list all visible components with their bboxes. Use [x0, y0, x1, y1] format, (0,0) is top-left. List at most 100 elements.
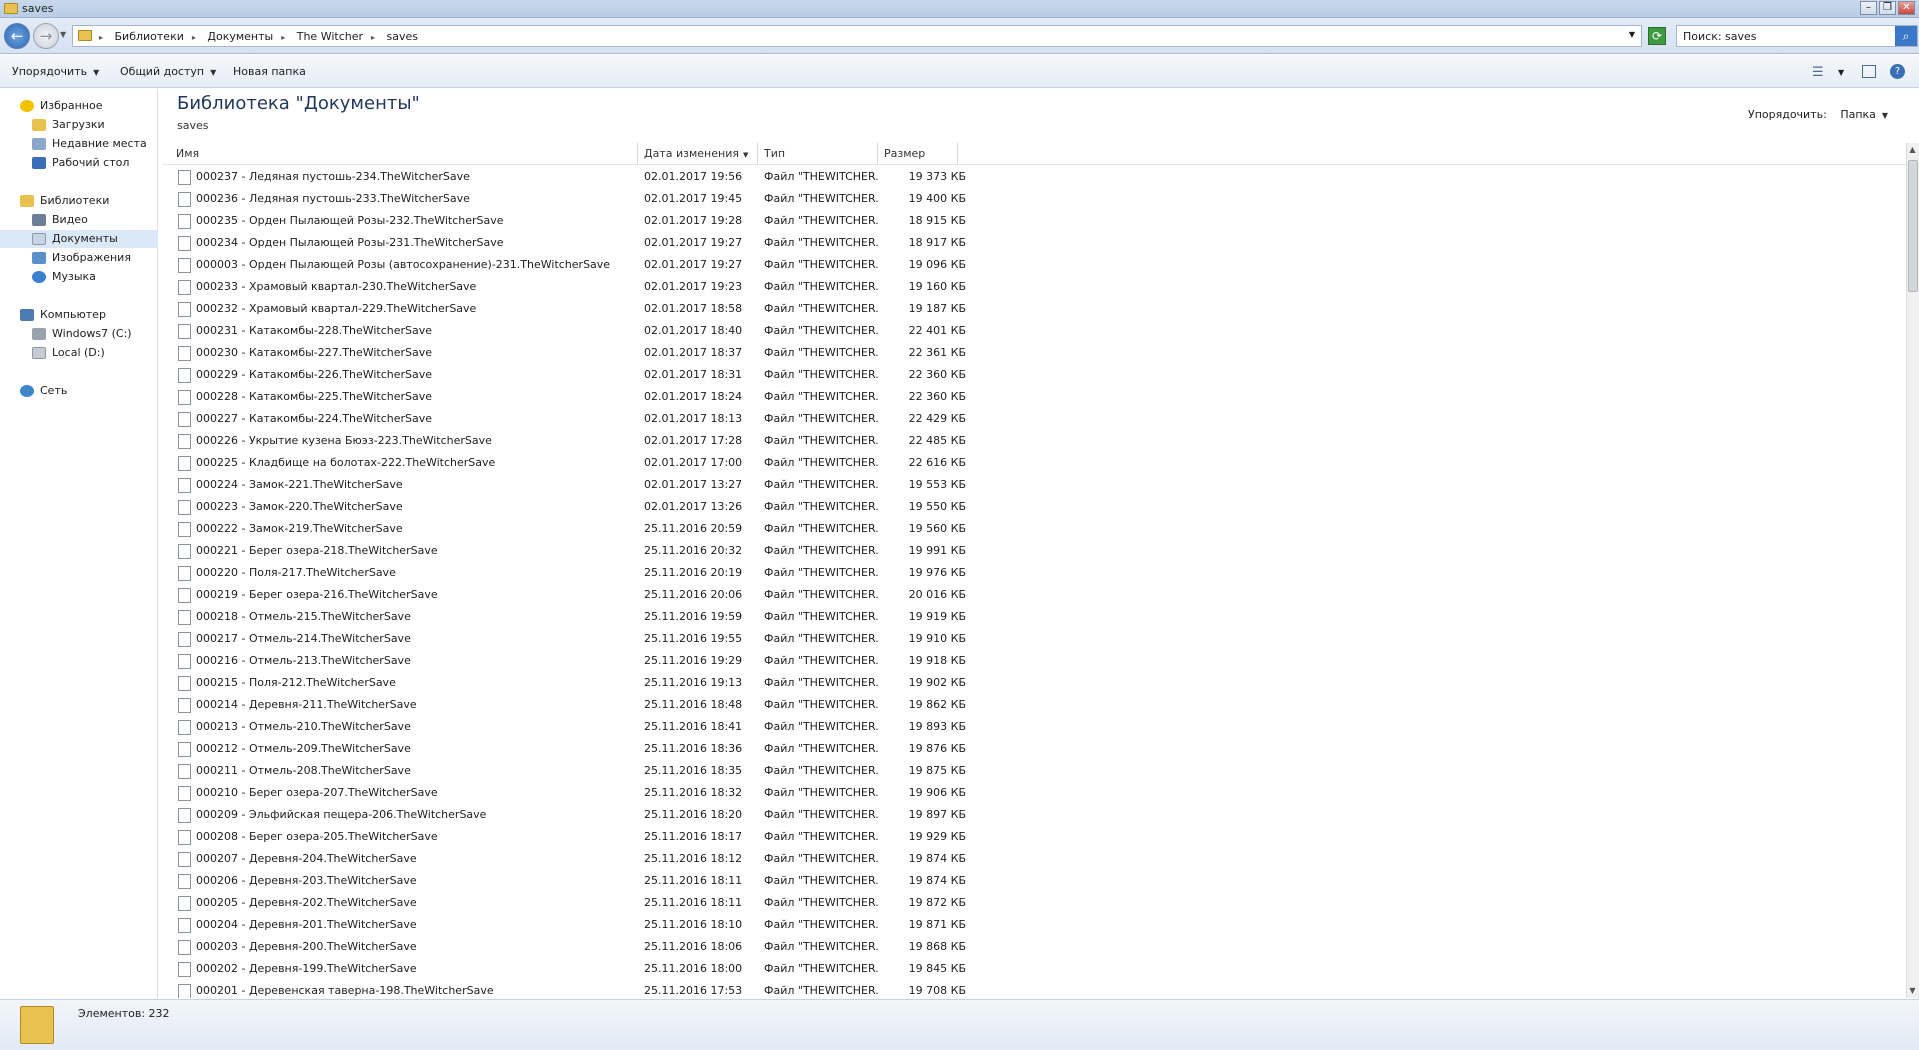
- new-folder-button[interactable]: Новая папка: [233, 65, 306, 78]
- table-row[interactable]: 000234 - Орден Пылающей Розы-231.TheWitc…: [162, 232, 1906, 254]
- address-dropdown-icon[interactable]: ▼: [1629, 30, 1635, 39]
- nav-drive-d[interactable]: Local (D:): [0, 344, 158, 362]
- table-row[interactable]: 000233 - Храмовый квартал-230.TheWitcher…: [162, 276, 1906, 298]
- forward-button[interactable]: →: [33, 23, 59, 49]
- table-row[interactable]: 000225 - Кладбище на болотах-222.TheWitc…: [162, 452, 1906, 474]
- file-name: 000209 - Эльфийская пещера-206.TheWitche…: [196, 808, 487, 821]
- file-size: 19 872 КБ: [908, 896, 966, 909]
- table-row[interactable]: 000235 - Орден Пылающей Розы-232.TheWitc…: [162, 210, 1906, 232]
- column-type[interactable]: Тип: [758, 143, 878, 165]
- table-row[interactable]: 000003 - Орден Пылающей Розы (автосохран…: [162, 254, 1906, 276]
- table-row[interactable]: 000201 - Деревенская таверна-198.TheWitc…: [162, 980, 1906, 998]
- table-row[interactable]: 000236 - Ледяная пустошь-233.TheWitcherS…: [162, 188, 1906, 210]
- table-row[interactable]: 000230 - Катакомбы-227.TheWitcherSave 02.…: [162, 342, 1906, 364]
- libraries-icon: [20, 195, 34, 207]
- table-row[interactable]: 000208 - Берег озера-205.TheWitcherSave 2…: [162, 826, 1906, 848]
- chevron-right-icon[interactable]: ▸: [371, 33, 375, 42]
- table-row[interactable]: 000237 - Ледяная пустошь-234.TheWitcherS…: [162, 166, 1906, 188]
- file-size: 22 360 КБ: [908, 368, 966, 381]
- table-row[interactable]: 000213 - Отмель-210.TheWitcherSave 25.11.…: [162, 716, 1906, 738]
- table-row[interactable]: 000224 - Замок-221.TheWitcherSave 02.01.2…: [162, 474, 1906, 496]
- file-date: 25.11.2016 19:59: [644, 610, 743, 623]
- recent-pages-chevron-icon[interactable]: ▼: [60, 30, 66, 39]
- table-row[interactable]: 000215 - Поля-212.TheWitcherSave 25.11.20…: [162, 672, 1906, 694]
- column-date[interactable]: Дата изменения ▼: [638, 143, 758, 165]
- organize-button[interactable]: Упорядочить ▼: [12, 65, 99, 78]
- table-row[interactable]: 000204 - Деревня-201.TheWitcherSave 25.11…: [162, 914, 1906, 936]
- file-list: 000237 - Ледяная пустошь-234.TheWitcherS…: [162, 166, 1906, 998]
- refresh-icon[interactable]: ⟳: [1648, 27, 1666, 45]
- table-row[interactable]: 000209 - Эльфийская пещера-206.TheWitche…: [162, 804, 1906, 826]
- breadcrumb-libraries[interactable]: Библиотеки: [115, 30, 184, 43]
- nav-downloads[interactable]: Загрузки: [0, 116, 158, 134]
- scrollbar-thumb[interactable]: [1908, 160, 1918, 292]
- minimize-button[interactable]: –: [1860, 1, 1877, 15]
- nav-favorites[interactable]: Избранное: [0, 97, 158, 115]
- breadcrumb-the-witcher[interactable]: The Witcher: [297, 30, 363, 43]
- table-row[interactable]: 000227 - Катакомбы-224.TheWitcherSave 02.…: [162, 408, 1906, 430]
- share-button[interactable]: Общий доступ ▼: [120, 65, 216, 78]
- preview-pane-icon[interactable]: [1862, 65, 1876, 78]
- close-button[interactable]: ✕: [1898, 1, 1915, 15]
- table-row[interactable]: 000202 - Деревня-199.TheWitcherSave 25.11…: [162, 958, 1906, 980]
- search-icon[interactable]: ⌕: [1895, 26, 1917, 46]
- file-date: 02.01.2017 19:56: [644, 170, 743, 183]
- table-row[interactable]: 000229 - Катакомбы-226.TheWitcherSave 02.…: [162, 364, 1906, 386]
- table-row[interactable]: 000231 - Катакомбы-228.TheWitcherSave 02.…: [162, 320, 1906, 342]
- chevron-right-icon[interactable]: ▸: [281, 33, 285, 42]
- nav-documents[interactable]: Документы: [0, 230, 158, 248]
- table-row[interactable]: 000228 - Катакомбы-225.TheWitcherSave 02.…: [162, 386, 1906, 408]
- table-row[interactable]: 000232 - Храмовый квартал-229.TheWitcher…: [162, 298, 1906, 320]
- file-date: 02.01.2017 18:40: [644, 324, 743, 337]
- table-row[interactable]: 000216 - Отмель-213.TheWitcherSave 25.11.…: [162, 650, 1906, 672]
- nav-drive-c[interactable]: Windows7 (C:): [0, 325, 158, 343]
- nav-desktop[interactable]: Рабочий стол: [0, 154, 158, 172]
- chevron-right-icon[interactable]: ▸: [99, 33, 103, 42]
- table-row[interactable]: 000220 - Поля-217.TheWitcherSave 25.11.20…: [162, 562, 1906, 584]
- arrange-value-button[interactable]: Папка ▼: [1840, 108, 1888, 121]
- table-row[interactable]: 000214 - Деревня-211.TheWitcherSave 25.11…: [162, 694, 1906, 716]
- table-row[interactable]: 000221 - Берег озера-218.TheWitcherSave 2…: [162, 540, 1906, 562]
- table-row[interactable]: 000205 - Деревня-202.TheWitcherSave 25.11…: [162, 892, 1906, 914]
- chevron-right-icon[interactable]: ▸: [192, 33, 196, 42]
- file-size: 19 902 КБ: [908, 676, 966, 689]
- table-row[interactable]: 000211 - Отмель-208.TheWitcherSave 25.11.…: [162, 760, 1906, 782]
- table-row[interactable]: 000219 - Берег озера-216.TheWitcherSave 2…: [162, 584, 1906, 606]
- nav-favorites-label: Избранное: [40, 99, 103, 112]
- table-row[interactable]: 000206 - Деревня-203.TheWitcherSave 25.11…: [162, 870, 1906, 892]
- nav-video[interactable]: Видео: [0, 211, 158, 229]
- nav-recent[interactable]: Недавние места: [0, 135, 158, 153]
- table-row[interactable]: 000217 - Отмель-214.TheWitcherSave 25.11.…: [162, 628, 1906, 650]
- table-row[interactable]: 000226 - Укрытие кузена Бюэз-223.TheWitc…: [162, 430, 1906, 452]
- file-date: 02.01.2017 19:28: [644, 214, 743, 227]
- table-row[interactable]: 000210 - Берег озера-207.TheWitcherSave 2…: [162, 782, 1906, 804]
- nav-computer[interactable]: Компьютер: [0, 306, 158, 324]
- table-row[interactable]: 000212 - Отмель-209.TheWitcherSave 25.11.…: [162, 738, 1906, 760]
- nav-network[interactable]: Сеть: [0, 382, 158, 400]
- back-button[interactable]: ←: [4, 23, 30, 49]
- file-icon: [178, 236, 191, 251]
- help-icon[interactable]: ?: [1890, 64, 1905, 79]
- search-input[interactable]: Поиск: saves ⌕: [1676, 25, 1918, 47]
- table-row[interactable]: 000207 - Деревня-204.TheWitcherSave 25.11…: [162, 848, 1906, 870]
- file-icon: [178, 390, 191, 405]
- address-bar[interactable]: ▸ Библиотеки ▸ Документы ▸ The Witcher ▸ sa…: [72, 25, 1642, 47]
- nav-images[interactable]: Изображения: [0, 249, 158, 267]
- file-name: 000237 - Ледяная пустошь-234.TheWitcherS…: [196, 170, 470, 183]
- scroll-up-icon[interactable]: ▲: [1906, 143, 1919, 157]
- file-date: 02.01.2017 13:26: [644, 500, 743, 513]
- breadcrumb-saves[interactable]: saves: [387, 30, 418, 43]
- view-chevron-down-icon[interactable]: ▼: [1838, 68, 1844, 77]
- table-row[interactable]: 000218 - Отмель-215.TheWitcherSave 25.11.…: [162, 606, 1906, 628]
- scroll-down-icon[interactable]: ▼: [1906, 984, 1919, 998]
- breadcrumb-documents[interactable]: Документы: [207, 30, 273, 43]
- table-row[interactable]: 000222 - Замок-219.TheWitcherSave 25.11.2…: [162, 518, 1906, 540]
- nav-libraries[interactable]: Библиотеки: [0, 192, 158, 210]
- column-size[interactable]: Размер: [878, 143, 958, 165]
- table-row[interactable]: 000223 - Замок-220.TheWitcherSave 02.01.2…: [162, 496, 1906, 518]
- table-row[interactable]: 000203 - Деревня-200.TheWitcherSave 25.11…: [162, 936, 1906, 958]
- column-name[interactable]: Имя: [162, 143, 638, 165]
- maximize-button[interactable]: ❐: [1879, 1, 1896, 15]
- nav-music[interactable]: Музыка: [0, 268, 158, 286]
- view-options-icon[interactable]: ☰: [1812, 65, 1824, 80]
